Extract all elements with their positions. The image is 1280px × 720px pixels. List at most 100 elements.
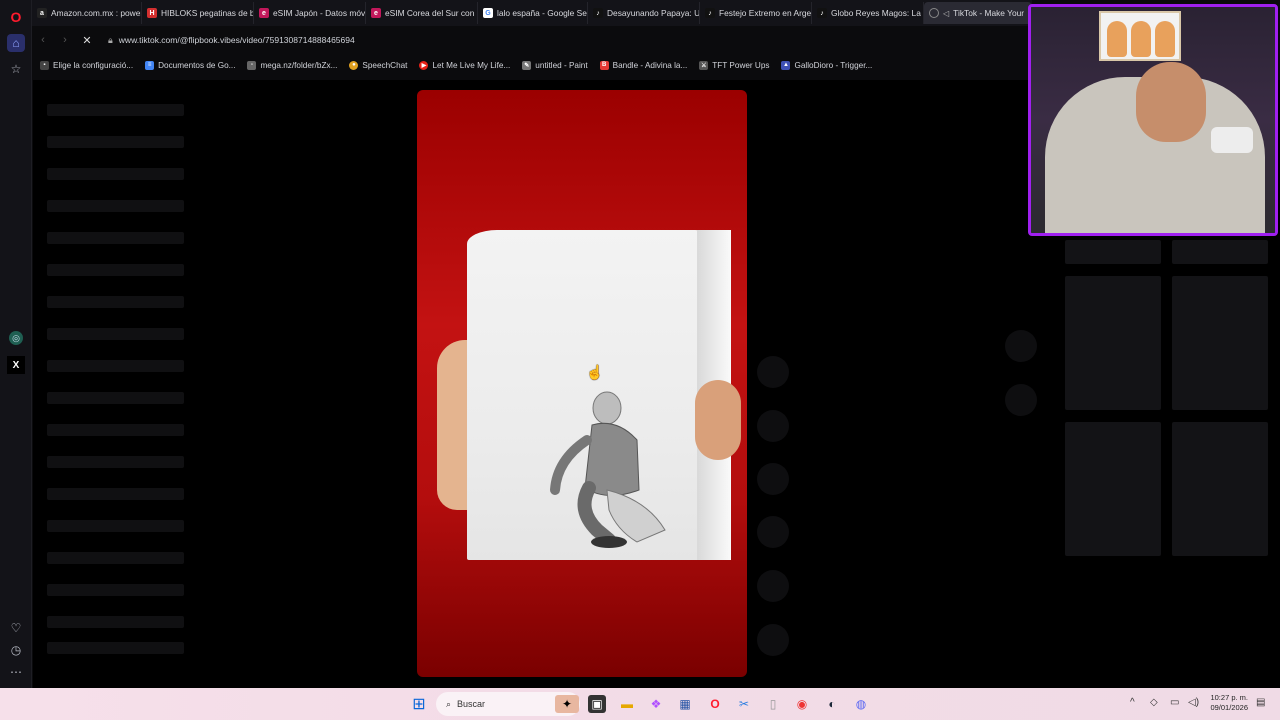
- sound-icon[interactable]: ◁: [943, 9, 949, 18]
- chatgpt-icon[interactable]: ◎: [9, 331, 23, 345]
- search-icon: ⌕: [446, 698, 452, 709]
- windows-start-icon[interactable]: ⊞: [410, 695, 428, 713]
- more-actions-button[interactable]: [757, 570, 789, 602]
- bookmark-item[interactable]: B Bandle - Adivina la...: [599, 60, 687, 70]
- comment-button[interactable]: [757, 410, 789, 442]
- discord-icon[interactable]: ◍: [852, 695, 870, 713]
- dog-poster: [1099, 11, 1181, 61]
- search-label: Buscar: [457, 699, 486, 709]
- network-icon[interactable]: ◇: [1150, 697, 1158, 708]
- opera-icon[interactable]: O: [706, 695, 724, 713]
- tab-label: Globo Reyes Magos: La Se: [831, 8, 924, 18]
- skeleton-row: [47, 552, 184, 564]
- skeleton-row: [47, 488, 184, 500]
- tab-item[interactable]: H HIBLOKS pegatinas de bl: [142, 2, 254, 24]
- next-video-button[interactable]: [1005, 384, 1037, 416]
- display-icon[interactable]: ▭: [1170, 697, 1179, 708]
- like-button[interactable]: [757, 356, 789, 388]
- tab-item[interactable]: e eSIM Japón - Datos móvil: [254, 2, 366, 24]
- history-icon[interactable]: ◷: [7, 641, 25, 659]
- forward-button[interactable]: ›: [54, 34, 76, 46]
- video-frame-flipbook: [467, 230, 731, 560]
- tray-chevron-icon[interactable]: ^: [1130, 697, 1135, 708]
- chrome-icon[interactable]: ◉: [793, 695, 811, 713]
- lock-icon[interactable]: 🔒︎: [108, 35, 113, 46]
- bookmark-item[interactable]: ⚔ TFT Power Ups: [699, 60, 769, 70]
- bookmark-label: Elige la configuració...: [53, 60, 134, 70]
- microphone: [1211, 127, 1253, 153]
- tab-label: TikTok - Make Your: [953, 8, 1025, 18]
- notification-icon[interactable]: ▤: [1256, 697, 1265, 708]
- bookmark-item[interactable]: ▶ Let Me Live My Life...: [419, 60, 510, 70]
- loading-icon: [929, 8, 939, 18]
- bookmark-item[interactable]: ▪ Elige la configuració...: [40, 60, 134, 70]
- video-player[interactable]: [417, 90, 747, 677]
- tiktok-icon: ♪: [705, 8, 715, 18]
- widgets-icon[interactable]: ✦: [555, 695, 579, 713]
- dog-picture: [1131, 21, 1151, 57]
- dog-picture: [1155, 21, 1175, 57]
- snipping-icon[interactable]: ✂: [735, 695, 753, 713]
- bookmark-item[interactable]: ● SpeechChat: [349, 60, 408, 70]
- paint-icon: ✎: [522, 60, 532, 70]
- bookmark-item[interactable]: ▲ GalloDioro - Trigger...: [781, 60, 872, 70]
- related-video-placeholder[interactable]: [1065, 276, 1161, 410]
- home-icon[interactable]: ⌂: [7, 34, 25, 52]
- bookmark-item[interactable]: ▫ mega.nz/folder/bZx...: [247, 60, 338, 70]
- tab-item[interactable]: G lalo españa - Google Sear: [478, 2, 588, 24]
- more-icon[interactable]: ⋯: [7, 663, 25, 681]
- tab-item[interactable]: ♪ Globo Reyes Magos: La Se: [812, 2, 924, 24]
- related-video-placeholder[interactable]: [1065, 422, 1161, 556]
- skeleton-row: [47, 232, 184, 244]
- bookmark-label: SpeechChat: [362, 60, 408, 70]
- shop-icon: H: [147, 8, 157, 18]
- bookmark-button[interactable]: [757, 463, 789, 495]
- drawing-leg: [577, 481, 616, 547]
- twitch-icon: ▲: [781, 60, 791, 70]
- page-icon: ▫: [247, 60, 257, 70]
- clock-date: 09/01/2026: [1210, 703, 1248, 712]
- skeleton-row: [47, 168, 184, 180]
- pinboard-icon[interactable]: ☆: [7, 60, 25, 78]
- video-frame-hand: [695, 380, 741, 460]
- navigation-bar: ‹ › ✕ 🔒︎ www.tiktok.com/@flipbook.vibes/…: [32, 28, 1032, 52]
- tab-strip: a Amazon.com.mx : power i H HIBLOKS pega…: [32, 0, 1032, 26]
- drawing-shoe: [591, 536, 627, 548]
- tab-item-active[interactable]: ◁ TikTok - Make Your: [924, 2, 1032, 24]
- prev-video-button[interactable]: [1005, 330, 1037, 362]
- tab-item[interactable]: e eSIM Corea del Sur con d: [366, 2, 478, 24]
- related-video-placeholder[interactable]: [1065, 240, 1161, 264]
- bookmark-item[interactable]: ≡ Documentos de Go...: [145, 60, 235, 70]
- share-button[interactable]: [757, 516, 789, 548]
- sound-button[interactable]: [757, 624, 789, 656]
- back-button[interactable]: ‹: [32, 34, 54, 46]
- store-icon[interactable]: ▦: [676, 695, 694, 713]
- bookmark-label: mega.nz/folder/bZx...: [260, 60, 338, 70]
- volume-icon[interactable]: ◁): [1188, 697, 1199, 708]
- x-twitter-icon[interactable]: X: [7, 356, 25, 374]
- address-bar[interactable]: 🔒︎ www.tiktok.com/@flipbook.vibes/video/…: [108, 35, 355, 46]
- skeleton-row: [47, 520, 184, 532]
- tab-item[interactable]: ♪ Desayunando Papaya: Un: [588, 2, 700, 24]
- task-view-icon[interactable]: ▣: [588, 695, 606, 713]
- document-icon[interactable]: ▯: [764, 695, 782, 713]
- copilot-icon[interactable]: ❖: [647, 695, 665, 713]
- webcam-overlay: [1028, 4, 1278, 236]
- bookmark-label: untitled - Paint: [535, 60, 588, 70]
- opera-menu-icon[interactable]: O: [7, 8, 25, 26]
- related-video-placeholder[interactable]: [1172, 422, 1268, 556]
- related-video-placeholder[interactable]: [1172, 240, 1268, 264]
- tab-item[interactable]: ♪ Festejo Extremo en Argen: [700, 2, 812, 24]
- esim-icon: e: [371, 8, 381, 18]
- stop-loading-button[interactable]: ✕: [76, 34, 98, 47]
- skeleton-row: [47, 360, 184, 372]
- file-explorer-icon[interactable]: ▬: [618, 695, 636, 713]
- bookmark-item[interactable]: ✎ untitled - Paint: [522, 60, 588, 70]
- heart-icon[interactable]: ♡: [7, 619, 25, 637]
- tab-label: Amazon.com.mx : power i: [51, 8, 142, 18]
- tab-item[interactable]: a Amazon.com.mx : power i: [32, 2, 142, 24]
- skeleton-row: [47, 616, 184, 628]
- system-clock[interactable]: 10:27 p. m. 09/01/2026: [1210, 693, 1248, 713]
- related-video-placeholder[interactable]: [1172, 276, 1268, 410]
- steam-icon[interactable]: ◐: [823, 695, 841, 713]
